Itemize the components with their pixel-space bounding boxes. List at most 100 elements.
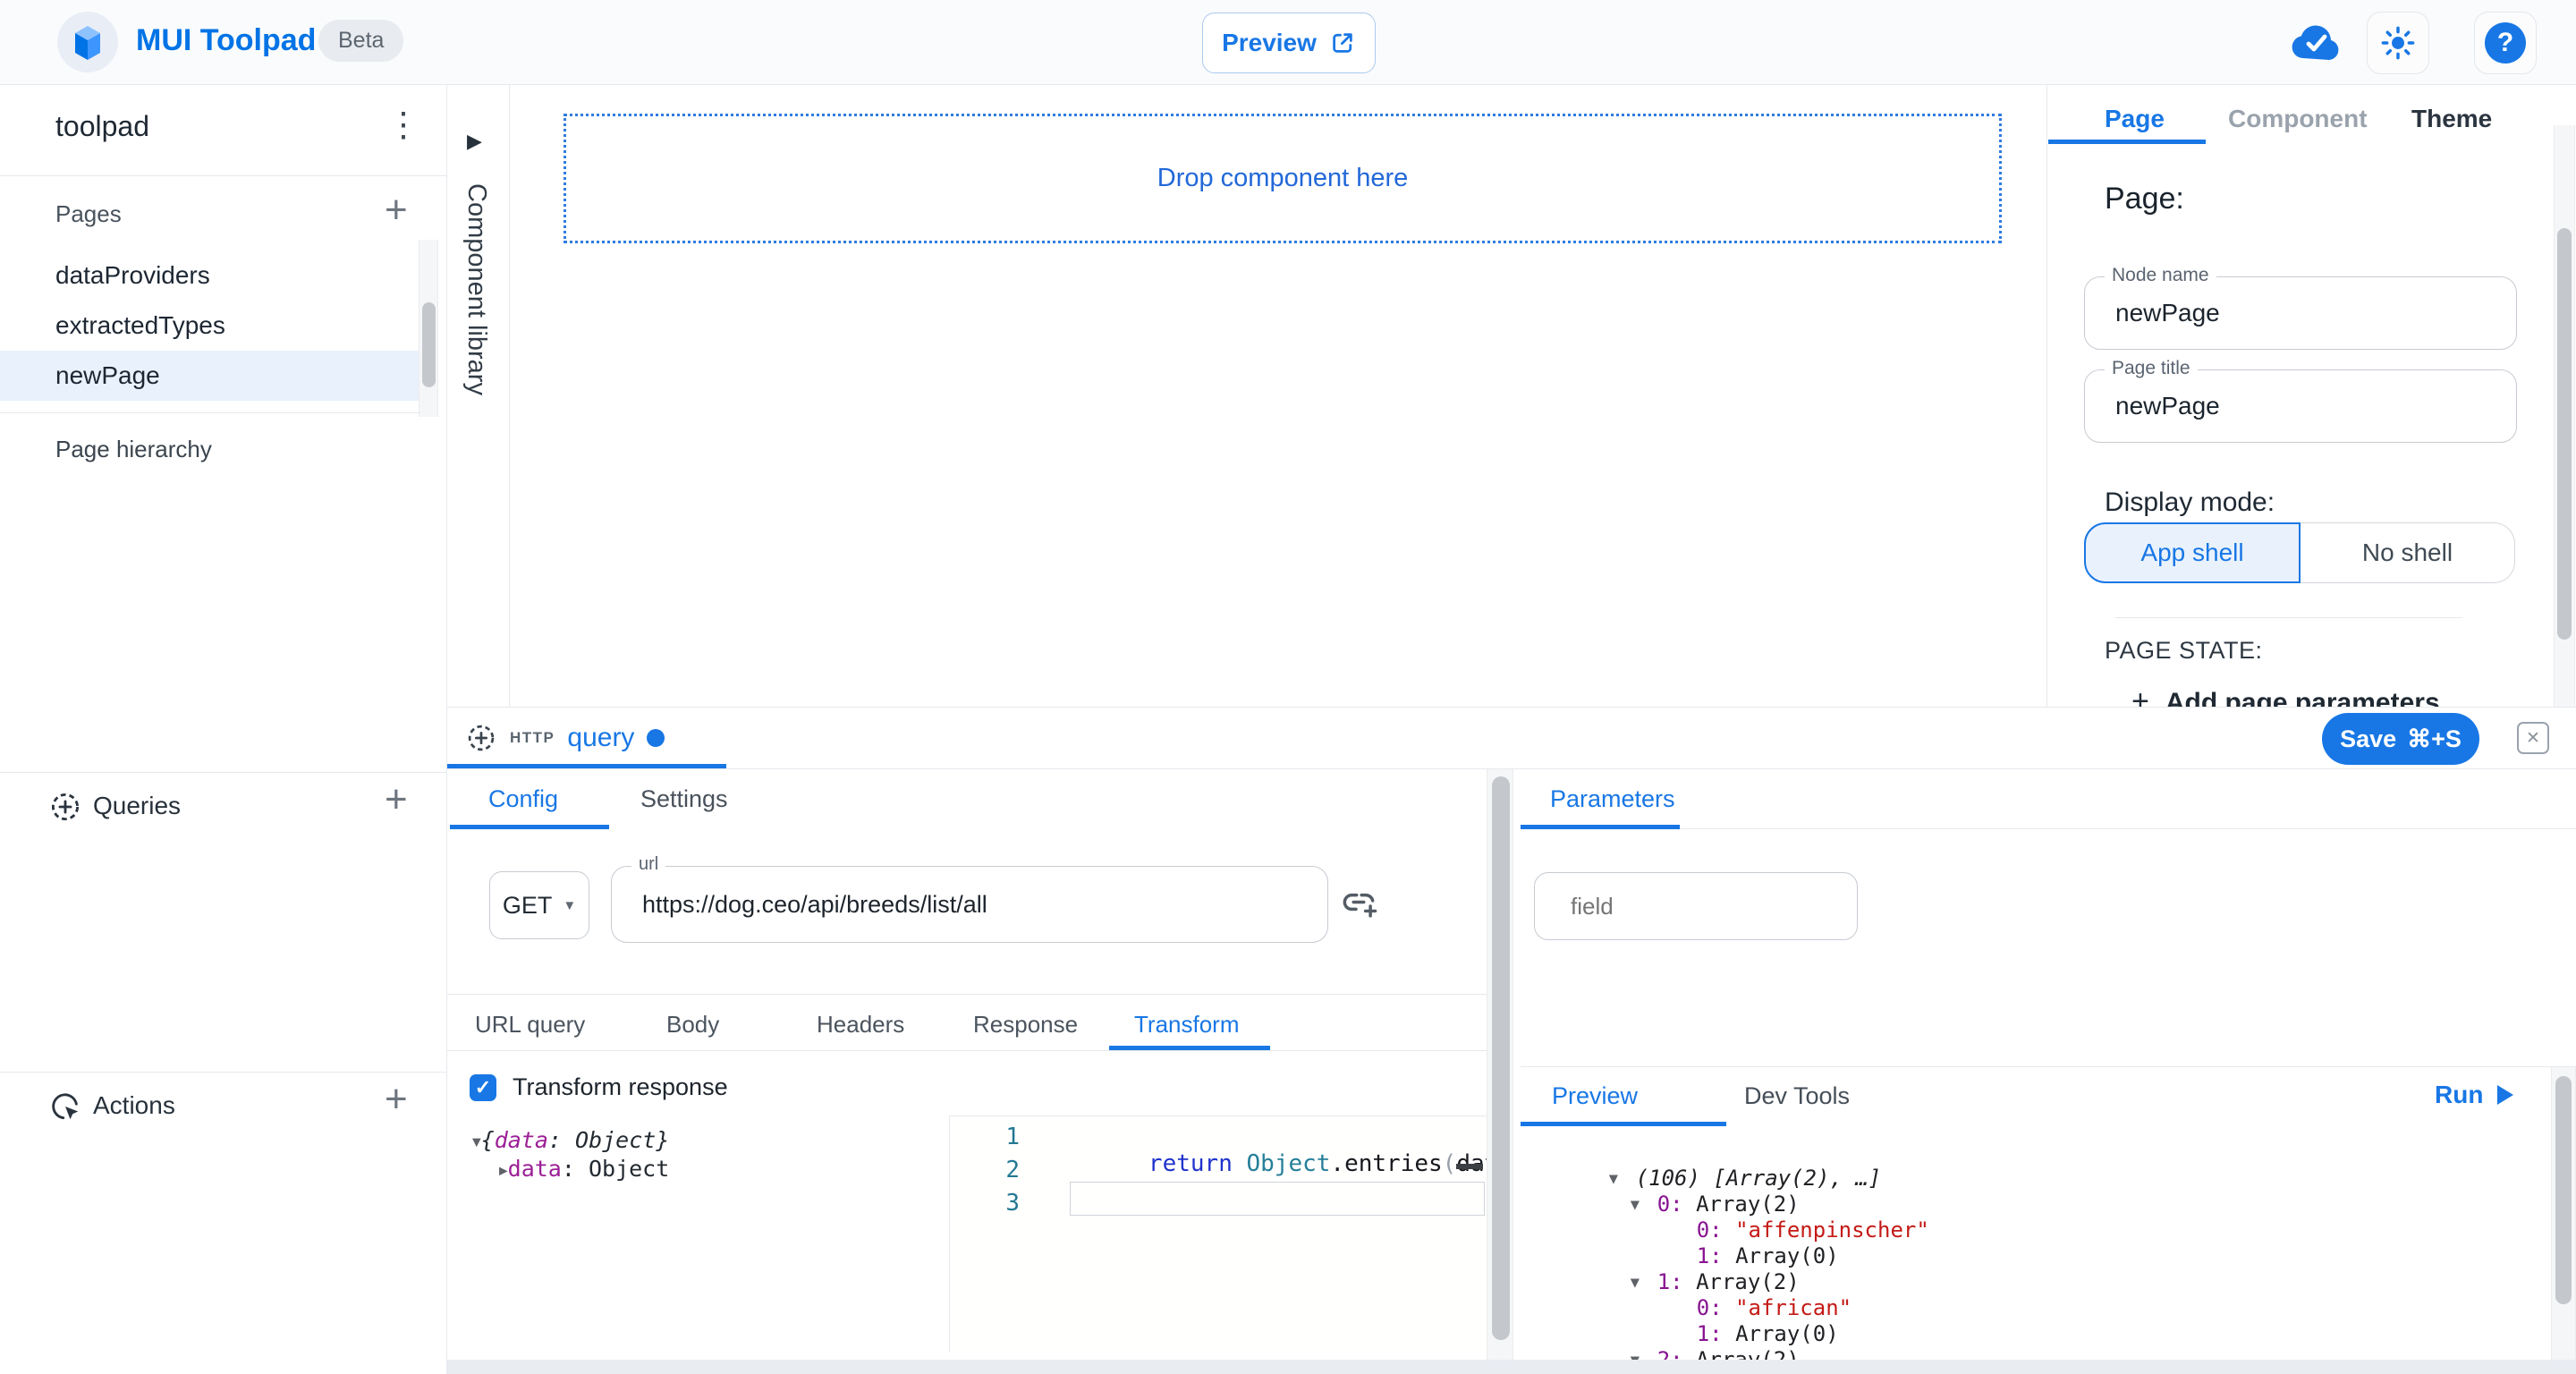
inspector-heading: Page: — [2105, 182, 2184, 216]
preview-scrollbar-thumb[interactable] — [2555, 1076, 2572, 1304]
run-play-icon — [2497, 1085, 2513, 1105]
transform-response-checkbox[interactable]: ✓ — [470, 1074, 496, 1101]
tab-config[interactable]: Config — [488, 785, 558, 813]
add-page-parameters-clipped[interactable]: +Add page parameters — [2131, 684, 2525, 707]
page-state-label: PAGE STATE: — [2105, 637, 2263, 665]
add-link-icon[interactable] — [1340, 884, 1379, 923]
transform-response-label: Transform response — [513, 1073, 728, 1101]
result-row[interactable]: ▼(106) [Array(2), …] — [1531, 1141, 2533, 1166]
subtab-url-query[interactable]: URL query — [475, 1011, 585, 1039]
tab-parameters[interactable]: Parameters — [1550, 785, 1675, 813]
page-canvas: Drop component here — [510, 85, 2046, 707]
url-input[interactable] — [612, 867, 1327, 942]
tab-settings[interactable]: Settings — [640, 785, 728, 813]
add-page-button[interactable]: + — [385, 188, 408, 233]
page-title-input[interactable] — [2085, 370, 2516, 442]
inspector-scrollbar-thumb[interactable] — [2557, 228, 2572, 640]
sidebar-item-extractedTypes[interactable]: extractedTypes — [0, 301, 420, 351]
save-button-label: Save — [2340, 725, 2396, 753]
expand-library-icon[interactable]: ▶ — [467, 130, 482, 153]
help-icon: ? — [2485, 22, 2526, 64]
tab-theme[interactable]: Theme — [2411, 105, 2492, 133]
close-icon: ✕ — [2526, 728, 2540, 749]
tree-collapse-icon[interactable]: ▼ — [472, 1133, 481, 1150]
save-button[interactable]: Save ⌘+S — [2322, 713, 2479, 765]
brand-title[interactable]: MUI Toolpad — [136, 23, 316, 58]
tab-page[interactable]: Page — [2105, 105, 2165, 133]
method-select[interactable]: GET ▼ — [489, 871, 589, 939]
drop-zone[interactable]: Drop component here — [564, 114, 2002, 243]
subtab-transform[interactable]: Transform — [1134, 1011, 1240, 1039]
inspector-divider — [2115, 617, 2462, 618]
sync-status-icon — [2290, 21, 2343, 63]
current-line-border — [1070, 1182, 1485, 1216]
actions-section-header: Actions + — [0, 1081, 446, 1138]
subtab-body[interactable]: Body — [666, 1011, 719, 1039]
node-name-field[interactable]: Node name — [2084, 276, 2517, 350]
tab-component[interactable]: Component — [2228, 105, 2368, 133]
page-title-field[interactable]: Page title — [2084, 369, 2517, 443]
http-kind-label: HTTP — [510, 729, 555, 747]
node-name-input[interactable] — [2085, 277, 2516, 349]
help-button[interactable]: ? — [2474, 12, 2537, 74]
schema-root-row[interactable]: ▼{data: Object} — [472, 1127, 669, 1156]
display-mode-app-shell[interactable]: App shell — [2084, 522, 2301, 583]
line-number: 3 — [977, 1190, 1020, 1217]
page-title-label: Page title — [2105, 358, 2198, 379]
subtab-response[interactable]: Response — [973, 1011, 1078, 1039]
mui-logo-icon — [70, 22, 106, 62]
tab-indicator — [2048, 140, 2206, 144]
query-tab[interactable]: HTTP query — [465, 715, 665, 761]
pages-scrollbar[interactable] — [419, 240, 438, 417]
brand-logo[interactable] — [57, 12, 118, 72]
query-panel-scrollbar[interactable] — [1487, 769, 1513, 1374]
add-query-button[interactable]: + — [385, 777, 408, 822]
app-header: MUI Toolpad Beta Preview — [0, 0, 2576, 85]
actions-label: Actions — [93, 1091, 175, 1120]
project-menu-button[interactable]: ⋮ — [386, 105, 420, 145]
sidebar-item-newPage[interactable]: newPage — [0, 351, 420, 401]
beta-badge: Beta — [318, 20, 403, 62]
parameters-tab-indicator — [1521, 825, 1680, 829]
sidebar-divider — [0, 1072, 446, 1073]
preview-button[interactable]: Preview — [1202, 13, 1376, 73]
theme-toggle-button[interactable] — [2367, 12, 2429, 74]
query-panel-scrollbar-thumb[interactable] — [1492, 776, 1510, 1340]
sidebar-item-dataProviders[interactable]: dataProviders — [0, 250, 420, 301]
pages-scrollbar-thumb[interactable] — [422, 302, 436, 387]
inspector-scrollbar[interactable] — [2554, 125, 2575, 707]
code-keyword: return — [1148, 1150, 1233, 1177]
line-number: 1 — [977, 1124, 1020, 1150]
queries-section-header: Queries + — [0, 781, 446, 838]
preview-scrollbar[interactable] — [2551, 1067, 2576, 1374]
url-label: url — [631, 854, 665, 875]
url-field[interactable]: url — [611, 866, 1328, 943]
display-mode-no-shell[interactable]: No shell — [2301, 522, 2515, 583]
close-panel-button[interactable]: ✕ — [2517, 722, 2549, 754]
run-button[interactable]: Run — [2435, 1081, 2513, 1109]
transform-response-row: ✓ Transform response — [470, 1073, 728, 1101]
tab-dev-tools[interactable]: Dev Tools — [1744, 1082, 1850, 1110]
parameter-field[interactable] — [1534, 872, 1858, 940]
add-action-button[interactable]: + — [385, 1077, 408, 1122]
project-title: toolpad — [55, 110, 149, 143]
page-hierarchy-label[interactable]: Page hierarchy — [55, 436, 212, 463]
page-item-label: extractedTypes — [55, 311, 225, 340]
no-shell-label: No shell — [2362, 539, 2453, 567]
subtab-headers[interactable]: Headers — [817, 1011, 904, 1039]
component-library-label: Component library — [462, 183, 491, 395]
tab-preview[interactable]: Preview — [1552, 1082, 1638, 1110]
schema-child-row[interactable]: ▶data: Object — [472, 1156, 669, 1184]
transform-code-editor[interactable]: 1 2 3 return Object.entries(data.messag — [949, 1115, 1487, 1353]
parameter-input[interactable] — [1535, 873, 1857, 939]
component-library-strip[interactable]: ▶ Component library — [447, 85, 510, 707]
method-value: GET — [503, 892, 553, 920]
tree-expand-icon[interactable]: ▶ — [499, 1162, 508, 1179]
unsaved-dot — [647, 729, 665, 747]
chevron-down-icon: ▼ — [563, 898, 576, 913]
node-name-label: Node name — [2105, 265, 2216, 286]
query-tab-indicator — [447, 764, 726, 768]
query-tab-label: query — [567, 723, 634, 753]
code-type: Object — [1247, 1150, 1331, 1177]
transform-tab-indicator — [1109, 1046, 1270, 1050]
